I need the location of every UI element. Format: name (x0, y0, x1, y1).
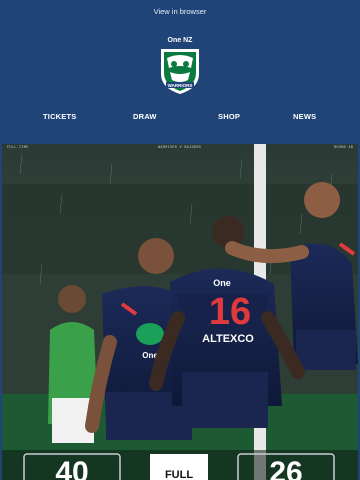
sponsor-label: One NZ (167, 37, 193, 44)
jersey-sponsor-mid: ALTEXCO (202, 333, 254, 345)
nav-tickets[interactable]: TICKETS (43, 112, 76, 121)
main-nav: TICKETS DRAW SHOP NEWS (0, 112, 360, 126)
jersey-number: 16 (209, 291, 251, 333)
caption-left: FULL-TIME (7, 146, 29, 150)
logo-text: WARRIORS (168, 83, 193, 88)
hero-image[interactable]: One One 16 ALTEXCO 40 FULL 26 (2, 144, 358, 480)
nav-news[interactable]: NEWS (293, 112, 316, 121)
score-center-label: FULL (165, 469, 193, 480)
caption-center: WARRIORS V RAIDERS (158, 146, 202, 150)
hero-photo: One One 16 ALTEXCO 40 FULL 26 (2, 144, 358, 480)
top-bar: View in browser (0, 0, 360, 22)
warriors-shield-icon: WARRIORS (161, 49, 199, 94)
score-right: 26 (269, 456, 302, 480)
warriors-logo[interactable]: WARRIORS (158, 46, 202, 96)
jersey-sponsor-top: One (213, 278, 231, 288)
nav-shop[interactable]: SHOP (218, 112, 240, 121)
score-left: 40 (55, 456, 88, 480)
nav-draw[interactable]: DRAW (133, 112, 157, 121)
view-in-browser-link[interactable]: View in browser (154, 7, 207, 16)
caption-right: ROUND 4B (334, 146, 354, 150)
